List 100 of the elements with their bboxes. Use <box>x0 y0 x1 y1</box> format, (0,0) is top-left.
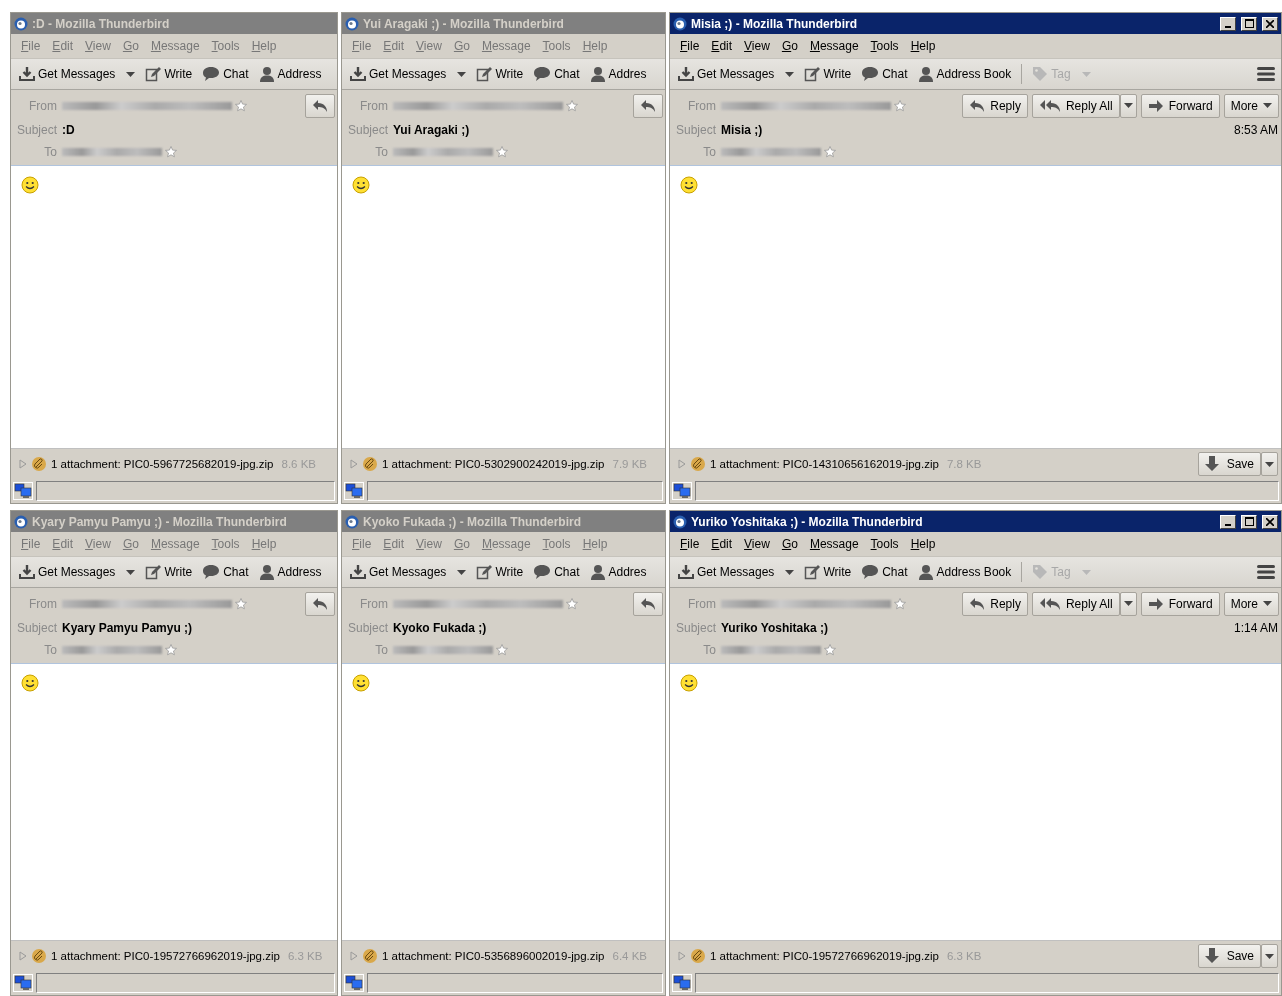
write-button[interactable]: Write <box>800 66 856 82</box>
more-button[interactable]: More <box>1223 93 1279 118</box>
expand-triangle-icon[interactable] <box>19 459 27 469</box>
save-button[interactable]: Save <box>1197 452 1261 476</box>
menu-item[interactable]: File <box>674 39 706 53</box>
star-icon[interactable] <box>235 99 247 112</box>
minimize-button[interactable] <box>1220 16 1236 31</box>
star-icon[interactable] <box>165 146 177 158</box>
paperclip-icon <box>690 456 706 472</box>
address-book-button[interactable]: Addres <box>585 66 651 82</box>
forward-button[interactable]: Forward <box>1140 93 1220 118</box>
close-button[interactable] <box>1262 514 1278 529</box>
chat-button[interactable]: Chat <box>198 564 253 580</box>
attachment-summary[interactable]: 1 attachment: PIC0-14310656162019-jpg.zip <box>710 458 939 470</box>
chat-button[interactable]: Chat <box>529 66 584 82</box>
star-icon[interactable] <box>165 644 177 656</box>
write-button[interactable]: Write <box>141 66 197 82</box>
star-icon[interactable] <box>235 597 247 610</box>
reply-arrow-icon <box>640 98 656 113</box>
star-icon[interactable] <box>824 146 836 158</box>
expand-triangle-icon[interactable] <box>19 951 27 961</box>
download-arrow-icon <box>1204 456 1219 472</box>
write-button[interactable]: Write <box>800 564 856 580</box>
menu-item[interactable]: Help <box>904 537 942 551</box>
star-icon[interactable] <box>496 644 508 656</box>
menu-item[interactable]: Tools <box>864 39 905 53</box>
forward-button[interactable]: Forward <box>1140 591 1220 616</box>
from-label: From <box>359 98 389 113</box>
menu-item[interactable]: Edit <box>705 39 739 53</box>
star-icon[interactable] <box>894 99 906 112</box>
reply-button[interactable] <box>633 93 663 118</box>
menu-icon[interactable] <box>1257 564 1275 580</box>
maximize-button[interactable] <box>1241 16 1257 31</box>
menu-icon[interactable] <box>1257 66 1275 82</box>
star-icon[interactable] <box>566 99 578 112</box>
address-book-button[interactable]: Address Book <box>913 66 1016 82</box>
maximize-button[interactable] <box>1241 514 1257 529</box>
get-messages-button[interactable]: Get Messages <box>346 66 471 82</box>
attachment-summary[interactable]: 1 attachment: PIC0-5302900242019-jpg.zip <box>382 458 605 470</box>
reply-all-button[interactable]: Reply All <box>1031 93 1120 118</box>
save-dropdown[interactable] <box>1261 452 1278 476</box>
pencil-icon <box>804 564 821 580</box>
chat-button[interactable]: Chat <box>857 564 912 580</box>
reply-button[interactable] <box>633 591 663 616</box>
reply-button[interactable]: Reply <box>962 591 1028 616</box>
get-messages-button[interactable]: Get Messages <box>674 66 799 82</box>
reply-all-dropdown[interactable] <box>1119 591 1137 616</box>
reply-all-button[interactable]: Reply All <box>1031 591 1120 616</box>
reply-all-dropdown[interactable] <box>1119 93 1137 118</box>
reply-button[interactable]: Reply <box>962 93 1028 118</box>
reply-button[interactable] <box>305 93 335 118</box>
close-button[interactable] <box>1262 16 1278 31</box>
get-messages-button[interactable]: Get Messages <box>15 564 140 580</box>
forward-arrow-icon <box>1147 596 1164 611</box>
maximize-icon <box>1244 517 1254 526</box>
write-button[interactable]: Write <box>141 564 197 580</box>
menu-item[interactable]: Message <box>803 537 865 551</box>
attachment-summary[interactable]: 1 attachment: PIC0-5967725682019-jpg.zip <box>51 458 274 470</box>
write-button[interactable]: Write <box>472 564 528 580</box>
star-icon[interactable] <box>894 597 906 610</box>
menu-item[interactable]: Message <box>803 39 865 53</box>
star-icon[interactable] <box>824 644 836 656</box>
expand-triangle-icon[interactable] <box>350 459 358 469</box>
caret-icon <box>785 71 795 77</box>
download-icon <box>350 564 366 580</box>
get-messages-button[interactable]: Get Messages <box>15 66 140 82</box>
minimize-button[interactable] <box>1220 514 1236 529</box>
menu-item[interactable]: View <box>738 537 776 551</box>
menu-item[interactable]: Tools <box>864 537 905 551</box>
star-icon[interactable] <box>566 597 578 610</box>
address-book-button[interactable]: Address <box>254 564 326 580</box>
download-icon <box>350 66 366 82</box>
chat-button[interactable]: Chat <box>529 564 584 580</box>
get-messages-button[interactable]: Get Messages <box>346 564 471 580</box>
chat-button[interactable]: Chat <box>198 66 253 82</box>
get-messages-button[interactable]: Get Messages <box>674 564 799 580</box>
reply-button[interactable] <box>305 591 335 616</box>
address-book-button[interactable]: Address Book <box>913 564 1016 580</box>
address-book-button[interactable]: Address <box>254 66 326 82</box>
menu-item[interactable]: Go <box>775 537 804 551</box>
smiley-icon <box>21 176 39 194</box>
attachment-summary[interactable]: 1 attachment: PIC0-19572766962019-jpg.zip <box>51 950 280 962</box>
save-button[interactable]: Save <box>1197 944 1261 968</box>
menu-item[interactable]: Help <box>904 39 942 53</box>
attachment-summary[interactable]: 1 attachment: PIC0-5356896002019-jpg.zip <box>382 950 605 962</box>
attachment-summary[interactable]: 1 attachment: PIC0-19572766962019-jpg.zip <box>710 950 939 962</box>
caret-icon <box>126 71 136 77</box>
menu-item[interactable]: Go <box>775 39 804 53</box>
write-button[interactable]: Write <box>472 66 528 82</box>
expand-triangle-icon[interactable] <box>678 951 686 961</box>
more-button[interactable]: More <box>1223 591 1279 616</box>
expand-triangle-icon[interactable] <box>678 459 686 469</box>
star-icon[interactable] <box>496 146 508 158</box>
menu-item[interactable]: File <box>674 537 706 551</box>
menu-item[interactable]: View <box>738 39 776 53</box>
expand-triangle-icon[interactable] <box>350 951 358 961</box>
address-book-button[interactable]: Addres <box>585 564 651 580</box>
save-dropdown[interactable] <box>1261 944 1278 968</box>
menu-item[interactable]: Edit <box>705 537 739 551</box>
chat-button[interactable]: Chat <box>857 66 912 82</box>
